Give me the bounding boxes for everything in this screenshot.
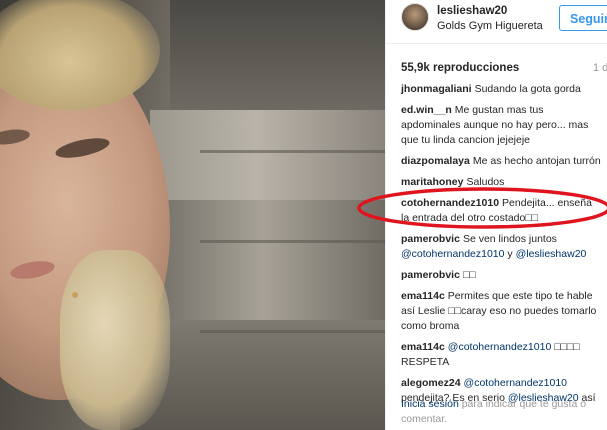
comment-username[interactable]: alegomez24	[401, 377, 461, 389]
comment-username[interactable]: pamerobvic	[401, 269, 460, 281]
post-header: leslieshaw20 Golds Gym Higuereta Seguir	[386, 0, 607, 44]
login-prompt: Inicia sesión para indicar que te gusta …	[401, 397, 601, 427]
background-stripe	[200, 330, 385, 333]
comment-username[interactable]: jhonmagaliani	[401, 83, 472, 95]
earring	[72, 292, 78, 298]
comment-text: Saludos	[466, 176, 505, 188]
comment-username[interactable]: ema114c	[401, 290, 445, 302]
comment-text: Me as hecho antojan turrón	[472, 155, 601, 167]
background-stripe	[200, 150, 385, 153]
comment-username[interactable]: maritahoney	[401, 176, 463, 188]
comment-mention[interactable]: @cotohernandez1010	[464, 377, 568, 389]
comment: maritahoney Saludos	[401, 175, 601, 190]
avatar[interactable]	[401, 3, 429, 31]
background-light	[150, 110, 385, 200]
view-count: 55,9k reproducciones	[401, 62, 520, 74]
post-username[interactable]: leslieshaw20	[437, 5, 507, 17]
comment-list: jhonmagaliani Sudando la gota gorda ed.wi…	[401, 82, 601, 412]
background-panel	[140, 200, 385, 320]
background-stripe	[200, 240, 385, 243]
follow-button[interactable]: Seguir	[559, 5, 607, 31]
post-location[interactable]: Golds Gym Higuereta	[437, 20, 543, 32]
comment-text: Se ven lindos juntos	[462, 233, 557, 245]
comment: diazpomalaya Me as hecho antojan turrón	[401, 154, 601, 169]
comment-mention[interactable]: @cotohernandez1010	[401, 248, 505, 260]
comment: jhonmagaliani Sudando la gota gorda	[401, 82, 601, 97]
comment-username[interactable]: ed.win__n	[401, 104, 452, 116]
comment-text: □□	[462, 269, 476, 281]
comment-username[interactable]: cotohernandez1010	[401, 197, 499, 209]
comment-mention[interactable]: @leslieshaw20	[516, 248, 587, 260]
comment: ema114c @cotohernandez1010 □□□□ RESPETA	[401, 340, 601, 370]
post-sidebar: leslieshaw20 Golds Gym Higuereta Seguir …	[385, 0, 607, 430]
comment-username[interactable]: pamerobvic	[401, 233, 460, 245]
comment-username[interactable]: diazpomalaya	[401, 155, 470, 167]
comment: ed.win__n Me gustan mas tus apdominales a…	[401, 103, 601, 148]
login-link[interactable]: Inicia sesión	[401, 398, 459, 410]
comment-highlighted: cotohernandez1010 Pendejita... enseña la …	[401, 196, 601, 226]
comment-mention[interactable]: @cotohernandez1010	[448, 341, 552, 353]
comment-text: y	[507, 248, 513, 260]
post-media[interactable]	[0, 0, 385, 430]
comment: pamerobvic □□	[401, 268, 601, 283]
person-hair	[60, 250, 170, 430]
person-hair	[0, 0, 160, 110]
comment-text: Sudando la gota gorda	[474, 83, 581, 95]
comment: pamerobvic Se ven lindos juntos @cotohern…	[401, 232, 601, 262]
comment: ema114c Permites que este tipo te hable a…	[401, 289, 601, 334]
post-timestamp[interactable]: 1 d	[593, 62, 607, 74]
background-wall	[170, 0, 385, 110]
comment-username[interactable]: ema114c	[401, 341, 445, 353]
